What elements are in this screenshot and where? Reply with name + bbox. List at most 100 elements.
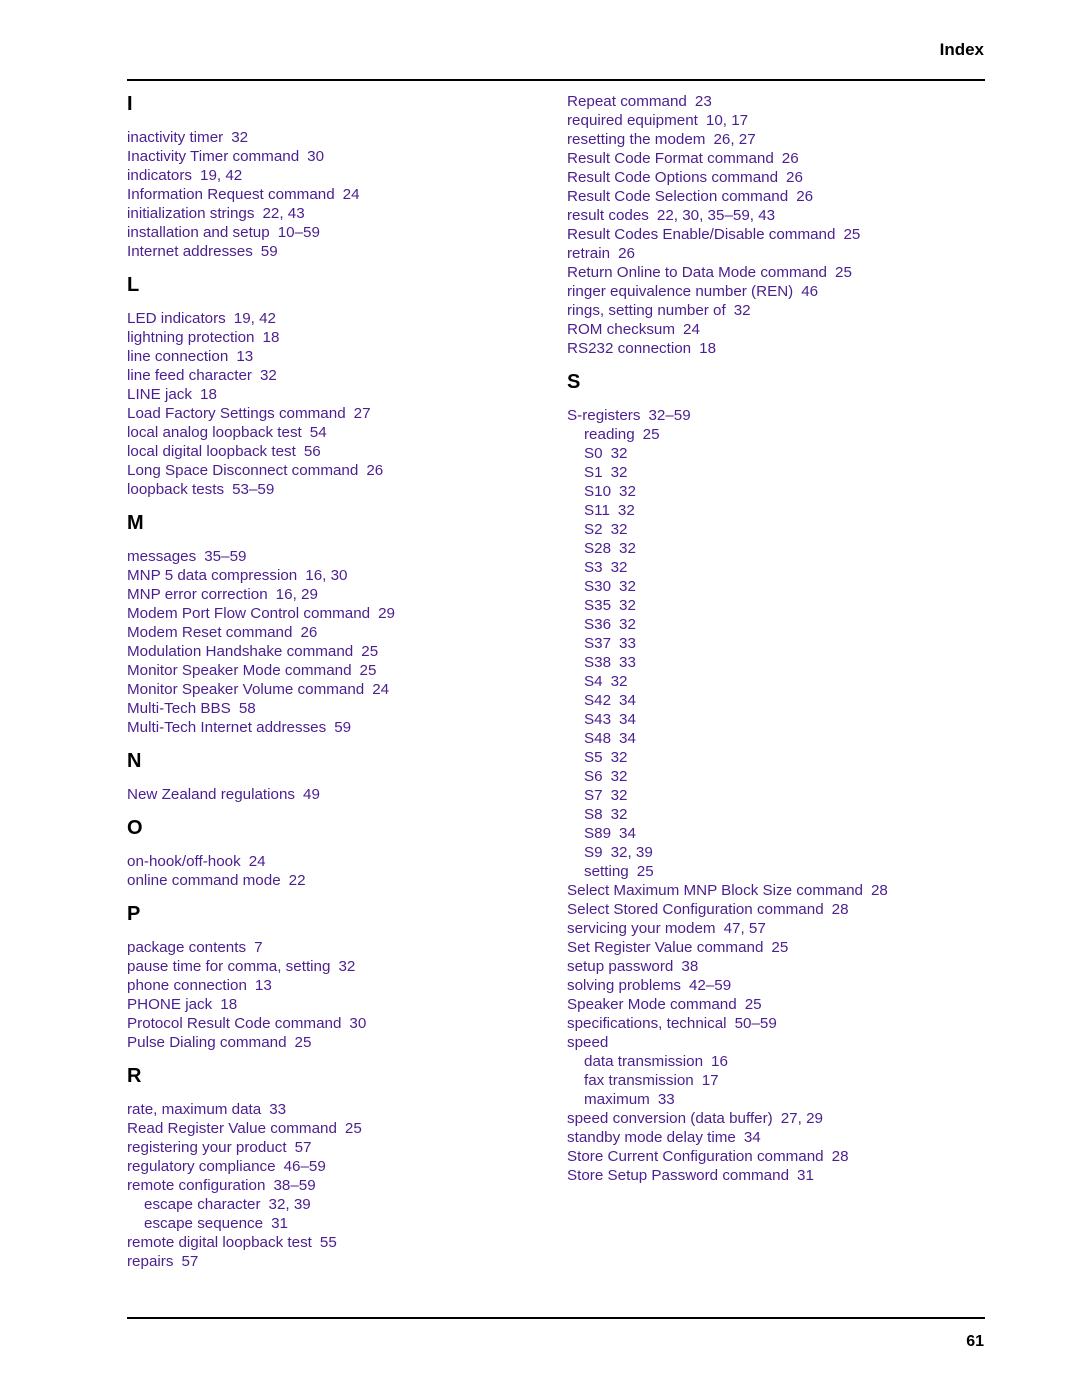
index-subentry[interactable]: S35 32 [567,596,987,615]
entry-page-numbers[interactable]: 32 [611,749,628,766]
index-subentry[interactable]: S6 32 [567,767,987,786]
entry-page-numbers[interactable]: 24 [683,321,700,338]
entry-page-numbers[interactable]: 32 [611,768,628,785]
index-entry[interactable]: line connection 13 [127,347,547,366]
entry-page-numbers[interactable]: 19, 42 [234,310,276,327]
index-entry[interactable]: result codes 22, 30, 35–59, 43 [567,206,987,225]
entry-page-numbers[interactable]: 25 [843,226,860,243]
entry-page-numbers[interactable]: 24 [372,681,389,698]
index-entry[interactable]: Monitor Speaker Mode command 25 [127,661,547,680]
entry-page-numbers[interactable]: 28 [832,1148,849,1165]
entry-page-numbers[interactable]: 38 [681,958,698,975]
index-subentry[interactable]: maximum 33 [567,1090,987,1109]
index-entry[interactable]: Multi-Tech BBS 58 [127,699,547,718]
entry-page-numbers[interactable]: 25 [637,863,654,880]
index-entry[interactable]: resetting the modem 26, 27 [567,130,987,149]
index-entry[interactable]: Long Space Disconnect command 26 [127,461,547,480]
index-subentry[interactable]: S7 32 [567,786,987,805]
index-entry[interactable]: Internet addresses 59 [127,242,547,261]
entry-page-numbers[interactable]: 22, 43 [262,205,304,222]
entry-page-numbers[interactable]: 26 [786,169,803,186]
index-entry[interactable]: New Zealand regulations 49 [127,785,547,804]
index-entry[interactable]: LINE jack 18 [127,385,547,404]
index-entry[interactable]: MNP error correction 16, 29 [127,585,547,604]
index-entry[interactable]: loopback tests 53–59 [127,480,547,499]
entry-page-numbers[interactable]: 25 [771,939,788,956]
entry-page-numbers[interactable]: 32 [611,673,628,690]
entry-page-numbers[interactable]: 25 [360,662,377,679]
index-entry[interactable]: RS232 connection 18 [567,339,987,358]
entry-page-numbers[interactable]: 53–59 [232,481,274,498]
index-subentry[interactable]: S3 32 [567,558,987,577]
entry-page-numbers[interactable]: 18 [699,340,716,357]
entry-page-numbers[interactable]: 32 [611,521,628,538]
entry-page-numbers[interactable]: 22 [289,872,306,889]
index-entry[interactable]: line feed character 32 [127,366,547,385]
index-entry[interactable]: Store Setup Password command 31 [567,1166,987,1185]
index-subentry[interactable]: S48 34 [567,729,987,748]
index-entry[interactable]: package contents 7 [127,938,547,957]
index-entry[interactable]: Monitor Speaker Volume command 24 [127,680,547,699]
index-subentry[interactable]: S0 32 [567,444,987,463]
index-entry[interactable]: PHONE jack 18 [127,995,547,1014]
entry-page-numbers[interactable]: 33 [619,654,636,671]
entry-page-numbers[interactable]: 32 [611,464,628,481]
index-entry[interactable]: ROM checksum 24 [567,320,987,339]
index-entry[interactable]: Result Code Format command 26 [567,149,987,168]
entry-page-numbers[interactable]: 10, 17 [706,112,748,129]
index-subentry[interactable]: S30 32 [567,577,987,596]
entry-page-numbers[interactable]: 19, 42 [200,167,242,184]
index-entry[interactable]: required equipment 10, 17 [567,111,987,130]
entry-page-numbers[interactable]: 32 [260,367,277,384]
index-entry[interactable]: MNP 5 data compression 16, 30 [127,566,547,585]
index-entry[interactable]: speed conversion (data buffer) 27, 29 [567,1109,987,1128]
index-subentry[interactable]: S28 32 [567,539,987,558]
entry-page-numbers[interactable]: 7 [254,939,262,956]
index-subentry[interactable]: S37 33 [567,634,987,653]
entry-page-numbers[interactable]: 35–59 [204,548,246,565]
index-entry[interactable]: Inactivity Timer command 30 [127,147,547,166]
index-entry[interactable]: initialization strings 22, 43 [127,204,547,223]
entry-page-numbers[interactable]: 32 [619,540,636,557]
entry-page-numbers[interactable]: 56 [304,443,321,460]
index-entry[interactable]: remote digital loopback test 55 [127,1233,547,1252]
entry-page-numbers[interactable]: 42–59 [689,977,731,994]
index-entry[interactable]: Repeat command 23 [567,92,987,111]
entry-page-numbers[interactable]: 32, 39 [269,1196,311,1213]
entry-page-numbers[interactable]: 34 [619,730,636,747]
index-entry[interactable]: retrain 26 [567,244,987,263]
entry-page-numbers[interactable]: 26 [618,245,635,262]
entry-page-numbers[interactable]: 23 [695,93,712,110]
entry-page-numbers[interactable]: 32 [611,806,628,823]
entry-page-numbers[interactable]: 24 [343,186,360,203]
index-subentry[interactable]: reading 25 [567,425,987,444]
index-entry[interactable]: local analog loopback test 54 [127,423,547,442]
index-entry[interactable]: Load Factory Settings command 27 [127,404,547,423]
entry-page-numbers[interactable]: 28 [871,882,888,899]
index-subentry[interactable]: S38 33 [567,653,987,672]
index-entry[interactable]: registering your product 57 [127,1138,547,1157]
index-entry[interactable]: ringer equivalence number (REN) 46 [567,282,987,301]
entry-page-numbers[interactable]: 38–59 [273,1177,315,1194]
index-subentry[interactable]: data transmission 16 [567,1052,987,1071]
entry-page-numbers[interactable]: 27, 29 [781,1110,823,1127]
index-entry[interactable]: Speaker Mode command 25 [567,995,987,1014]
index-entry[interactable]: on-hook/off-hook 24 [127,852,547,871]
entry-page-numbers[interactable]: 18 [263,329,280,346]
index-subentry[interactable]: S9 32, 39 [567,843,987,862]
index-entry[interactable]: Information Request command 24 [127,185,547,204]
entry-page-numbers[interactable]: 18 [200,386,217,403]
index-entry[interactable]: regulatory compliance 46–59 [127,1157,547,1176]
entry-page-numbers[interactable]: 30 [307,148,324,165]
entry-page-numbers[interactable]: 25 [835,264,852,281]
index-entry[interactable]: messages 35–59 [127,547,547,566]
index-entry[interactable]: installation and setup 10–59 [127,223,547,242]
entry-page-numbers[interactable]: 32 [619,578,636,595]
entry-page-numbers[interactable]: 46–59 [284,1158,326,1175]
index-entry[interactable]: LED indicators 19, 42 [127,309,547,328]
entry-page-numbers[interactable]: 58 [239,700,256,717]
index-entry[interactable]: local digital loopback test 56 [127,442,547,461]
index-entry[interactable]: standby mode delay time 34 [567,1128,987,1147]
entry-page-numbers[interactable]: 22, 30, 35–59, 43 [657,207,775,224]
index-subentry[interactable]: S11 32 [567,501,987,520]
